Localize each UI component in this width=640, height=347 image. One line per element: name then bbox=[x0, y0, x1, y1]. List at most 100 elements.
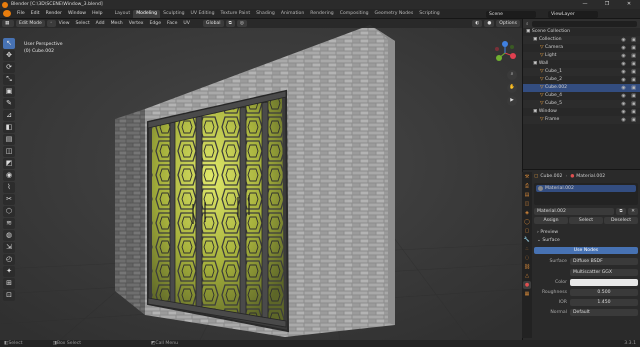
texture-tab-icon[interactable]: ▦ bbox=[523, 290, 531, 298]
shading-icon[interactable]: ● bbox=[484, 20, 495, 27]
select-button[interactable]: Select bbox=[569, 217, 603, 224]
material-name-field[interactable]: Material.002 bbox=[534, 208, 614, 215]
tab-layout[interactable]: Layout bbox=[112, 10, 134, 18]
visibility-eye-icon[interactable]: ◉ ▣ bbox=[621, 68, 638, 76]
assign-button[interactable]: Assign bbox=[534, 217, 568, 224]
menu-file[interactable]: File bbox=[14, 9, 28, 19]
menu-view[interactable]: View bbox=[56, 19, 73, 28]
camera-view-icon[interactable]: ▶ bbox=[507, 96, 517, 106]
cursor-tool-icon[interactable]: ✥ bbox=[3, 50, 15, 61]
tab-compositing[interactable]: Compositing bbox=[337, 10, 372, 18]
shear-tool-icon[interactable]: ⇲ bbox=[3, 242, 15, 253]
vertex-select-icon[interactable]: ◦ bbox=[46, 20, 56, 27]
minimize-button[interactable]: — bbox=[574, 1, 596, 8]
filter-icon[interactable]: ⌕ bbox=[526, 21, 529, 27]
outliner-item[interactable]: ▽ Light ◉ ▣ bbox=[523, 52, 640, 60]
overlay-icon[interactable]: ◐ bbox=[472, 20, 483, 27]
physics-tab-icon[interactable]: ◌ bbox=[523, 254, 531, 262]
material-slot-list[interactable]: Material.002 bbox=[534, 183, 638, 205]
constraints-tab-icon[interactable]: ⛓ bbox=[523, 263, 531, 271]
select-tool-icon[interactable]: ↖ bbox=[3, 38, 15, 49]
tab-rendering[interactable]: Rendering bbox=[307, 10, 336, 18]
outliner-item[interactable]: ▽ Frame ◉ ▣ bbox=[523, 116, 640, 124]
zoom-icon[interactable]: ⌕ bbox=[507, 70, 517, 80]
base-color-swatch[interactable] bbox=[570, 279, 638, 286]
visibility-eye-icon[interactable]: ◉ ▣ bbox=[621, 108, 638, 116]
menu-edit[interactable]: Edit bbox=[28, 9, 43, 19]
bevel-tool-icon[interactable]: ◫ bbox=[3, 146, 15, 157]
close-button[interactable]: ✕ bbox=[618, 1, 640, 8]
menu-render[interactable]: Render bbox=[43, 9, 65, 19]
visibility-eye-icon[interactable]: ◉ ▣ bbox=[621, 100, 638, 108]
tab-uv-editing[interactable]: UV Editing bbox=[188, 10, 218, 18]
new-material-icon[interactable]: ⧉ bbox=[616, 208, 626, 215]
outliner-root[interactable]: ▣ Scene Collection bbox=[523, 28, 640, 36]
loop-cut-tool-icon[interactable]: ◩ bbox=[3, 158, 15, 169]
use-nodes-button[interactable]: Use Nodes bbox=[534, 247, 638, 254]
menu-face[interactable]: Face bbox=[164, 19, 180, 28]
extrude-tool-icon[interactable]: ◧ bbox=[3, 122, 15, 133]
visibility-eye-icon[interactable]: ◉ ▣ bbox=[621, 76, 638, 84]
options-button[interactable]: Options bbox=[496, 20, 520, 27]
menu-mesh[interactable]: Mesh bbox=[108, 19, 126, 28]
outliner-item[interactable]: ▣ Wall ◉ ▣ bbox=[523, 60, 640, 68]
outliner-item[interactable]: ▣ Window ◉ ▣ bbox=[523, 108, 640, 116]
visibility-eye-icon[interactable]: ◉ ▣ bbox=[621, 36, 638, 44]
outliner-item[interactable]: ▽ Cube.002 ◉ ▣ bbox=[523, 84, 640, 92]
inset-tool-icon[interactable]: ▤ bbox=[3, 134, 15, 145]
knife-tool-icon[interactable]: ◉ bbox=[3, 170, 15, 181]
edge-slide-tool-icon[interactable]: ≋ bbox=[3, 218, 15, 229]
world-tab-icon[interactable]: ◯ bbox=[523, 218, 531, 226]
visibility-eye-icon[interactable]: ◉ ▣ bbox=[621, 92, 638, 100]
tab-animation[interactable]: Animation bbox=[278, 10, 307, 18]
scale-tool-icon[interactable]: ⤡ bbox=[3, 74, 15, 85]
menu-select[interactable]: Select bbox=[73, 19, 93, 28]
transform-tool-icon[interactable]: ▣ bbox=[3, 86, 15, 97]
outliner-item[interactable]: ▽ Cube_4 ◉ ▣ bbox=[523, 92, 640, 100]
roughness-field[interactable]: 0.500 bbox=[570, 289, 638, 296]
annotate-tool-icon[interactable]: ✎ bbox=[3, 98, 15, 109]
render-tab-icon[interactable]: ⎙ bbox=[523, 182, 531, 190]
outliner-search-input[interactable] bbox=[531, 20, 637, 27]
proportional-edit-icon[interactable]: ◎ bbox=[236, 20, 247, 27]
menu-help[interactable]: Help bbox=[89, 9, 105, 19]
snap-icon[interactable]: ⧉ bbox=[225, 20, 235, 27]
editor-type-icon[interactable]: ▦ bbox=[2, 20, 14, 27]
mode-selector[interactable]: Edit Mode bbox=[16, 20, 45, 27]
navigation-gizmo[interactable] bbox=[492, 40, 518, 66]
rotate-tool-icon[interactable]: ⟳ bbox=[3, 62, 15, 73]
to-sphere-tool-icon[interactable]: ⊡ bbox=[3, 290, 15, 301]
visibility-eye-icon[interactable]: ◉ ▣ bbox=[621, 44, 638, 52]
scene-tab-icon[interactable]: ◈ bbox=[523, 209, 531, 217]
particles-tab-icon[interactable]: ∴ bbox=[523, 245, 531, 253]
visibility-eye-icon[interactable]: ◉ ▣ bbox=[621, 116, 638, 124]
surface-section[interactable]: ⌄ Surface bbox=[534, 237, 638, 245]
pan-icon[interactable]: ✋ bbox=[507, 83, 517, 93]
visibility-eye-icon[interactable]: ◉ ▣ bbox=[621, 52, 638, 60]
blender-menu-icon[interactable] bbox=[3, 10, 11, 17]
preview-section[interactable]: › Preview bbox=[534, 229, 638, 237]
outliner-item[interactable]: ▽ Camera ◉ ▣ bbox=[523, 44, 640, 52]
distribution-dropdown[interactable]: Multiscatter GGX bbox=[570, 269, 638, 276]
object-tab-icon[interactable]: ▢ bbox=[523, 227, 531, 235]
maximize-button[interactable]: ❐ bbox=[596, 1, 618, 8]
view-layer-selector[interactable]: ViewLayer bbox=[548, 10, 598, 18]
visibility-eye-icon[interactable]: ◉ ▣ bbox=[621, 84, 638, 92]
spin-tool-icon[interactable]: ✂ bbox=[3, 194, 15, 205]
outliner-item[interactable]: ▽ Cube_2 ◉ ▣ bbox=[523, 76, 640, 84]
transform-orientation[interactable]: Global bbox=[202, 20, 224, 27]
menu-window[interactable]: Window bbox=[65, 9, 89, 19]
visibility-eye-icon[interactable]: ◉ ▣ bbox=[621, 60, 638, 68]
shrink-fatten-tool-icon[interactable]: ◍ bbox=[3, 230, 15, 241]
outliner-item[interactable]: ▽ Cube_5 ◉ ▣ bbox=[523, 100, 640, 108]
measure-tool-icon[interactable]: ⊿ bbox=[3, 110, 15, 121]
push-pull-tool-icon[interactable]: ✦ bbox=[3, 266, 15, 277]
menu-vertex[interactable]: Vertex bbox=[126, 19, 147, 28]
modifier-tab-icon[interactable]: 🔧 bbox=[523, 236, 531, 244]
tab-modeling[interactable]: Modeling bbox=[133, 10, 161, 18]
material-slot-item[interactable]: Material.002 bbox=[536, 185, 636, 192]
menu-edge[interactable]: Edge bbox=[146, 19, 164, 28]
material-tab-icon[interactable]: ● bbox=[523, 281, 531, 289]
3d-viewport[interactable] bbox=[0, 19, 522, 340]
tab-shading[interactable]: Shading bbox=[253, 10, 278, 18]
